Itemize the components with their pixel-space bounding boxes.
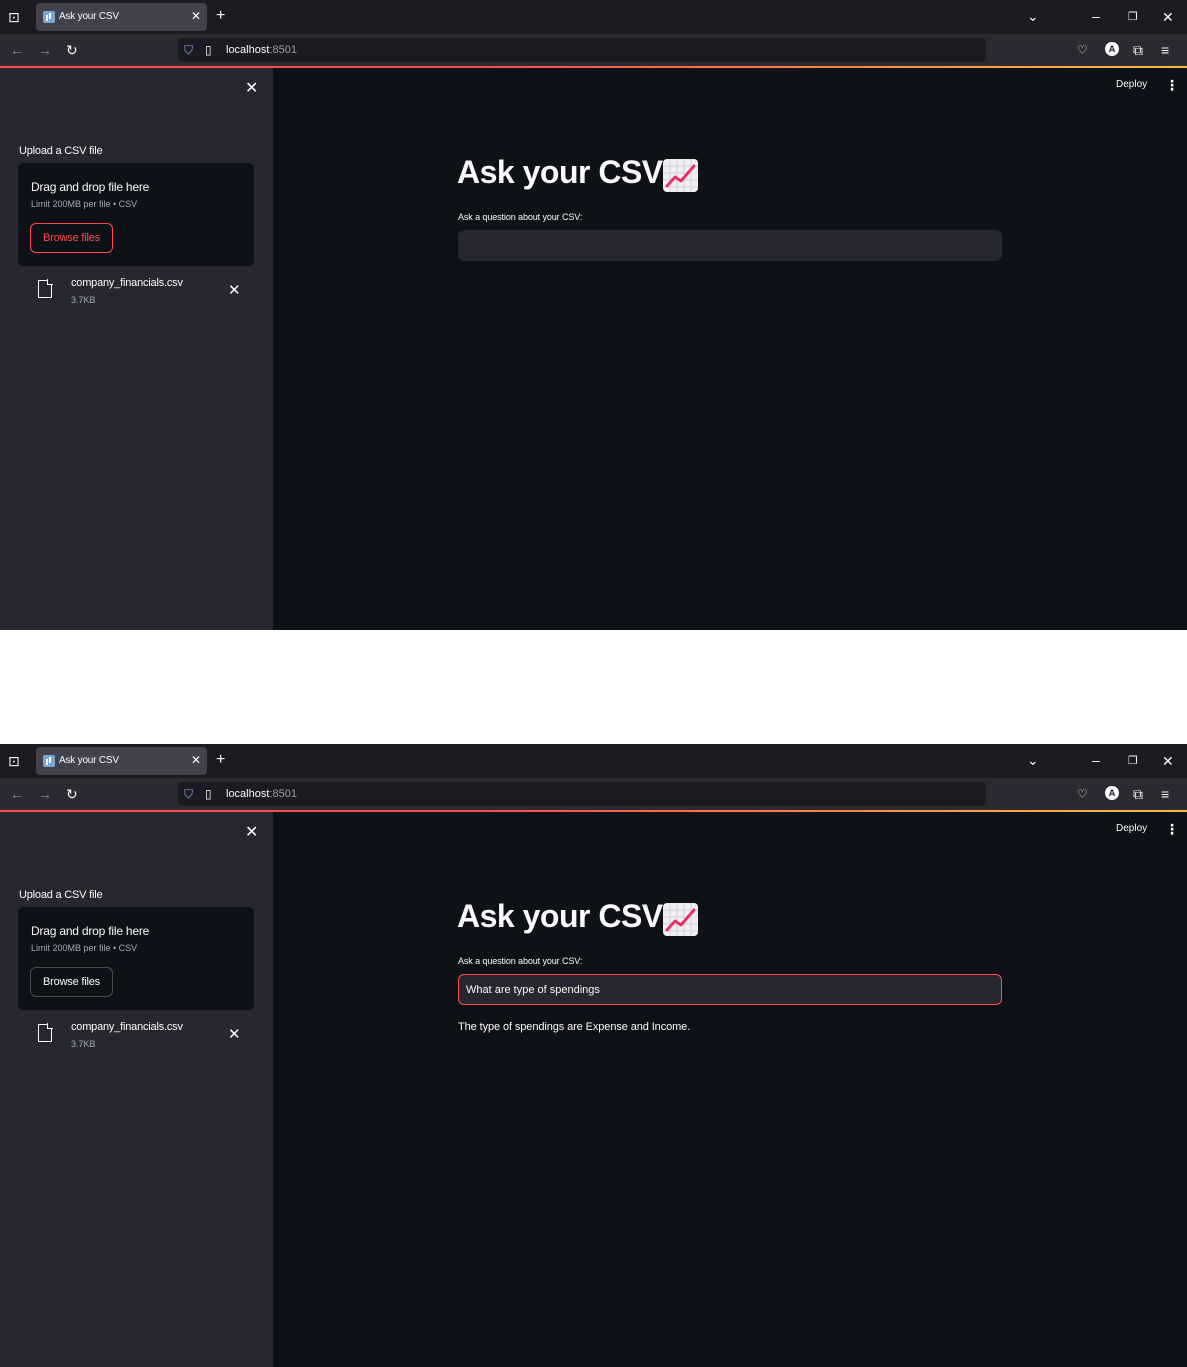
tab-list-icon[interactable]: ⊡ (8, 9, 20, 25)
browser-tab-bar: ⊡ Ask your CSV ✕ + ⌄ – ❐ ✕ (0, 0, 1187, 34)
window-close-icon[interactable]: ✕ (1162, 753, 1174, 769)
minimize-icon[interactable]: – (1092, 752, 1100, 768)
account-avatar-icon[interactable]: A (1105, 42, 1119, 56)
file-icon (38, 1023, 53, 1042)
account-avatar-icon[interactable]: A (1105, 786, 1119, 800)
remove-file-icon[interactable]: ✕ (228, 1025, 241, 1043)
chart-increasing-icon (663, 903, 698, 936)
question-label: Ask a question about your CSV: (458, 956, 583, 966)
app-menu-icon[interactable]: ≡ (1161, 786, 1169, 802)
minimize-icon[interactable]: – (1092, 8, 1100, 24)
question-input[interactable] (458, 230, 1002, 261)
page-icon: ▯ (205, 787, 212, 801)
chevron-down-icon[interactable]: ⌄ (1027, 8, 1039, 24)
close-tab-icon[interactable]: ✕ (191, 753, 201, 767)
file-dropzone[interactable]: Drag and drop file here Limit 200MB per … (18, 907, 254, 1010)
back-icon[interactable]: ← (10, 786, 24, 802)
pocket-icon[interactable]: ♡ (1077, 42, 1088, 58)
extensions-icon[interactable]: ⧉ (1133, 42, 1143, 58)
url-field[interactable]: ⛉ ▯ (178, 782, 986, 806)
url-text[interactable]: localhost:8501 (226, 788, 297, 800)
screenshot-after-query: ⊡ Ask your CSV ✕ + ⌄ – ❐ ✕ ← → ↻ ☆ ♡ A ⧉… (0, 744, 1187, 1367)
tab-title: Ask your CSV (59, 755, 119, 766)
browser-tab[interactable]: Ask your CSV ✕ (36, 747, 207, 775)
new-tab-icon[interactable]: + (216, 8, 225, 24)
sidebar: ✕ Upload a CSV file Drag and drop file h… (0, 68, 273, 630)
chevron-down-icon[interactable]: ⌄ (1027, 752, 1039, 768)
deploy-button[interactable]: Deploy (1116, 79, 1147, 90)
app-menu-icon[interactable]: ≡ (1161, 42, 1169, 58)
new-tab-icon[interactable]: + (216, 752, 225, 768)
browser-tab[interactable]: Ask your CSV ✕ (36, 3, 207, 31)
dropzone-limit: Limit 200MB per file • CSV (31, 943, 138, 953)
page-title: Ask your CSV (457, 154, 663, 190)
main-menu-icon[interactable]: ⋮ (1165, 821, 1179, 838)
dropzone-title: Drag and drop file here (31, 924, 150, 938)
uploaded-file-size: 3.7KB (71, 295, 96, 305)
remove-file-icon[interactable]: ✕ (228, 281, 241, 299)
answer-text: The type of spendings are Expense and In… (458, 1021, 691, 1033)
uploaded-file-name: company_financials.csv (71, 277, 183, 289)
question-input[interactable] (458, 974, 1002, 1005)
pocket-icon[interactable]: ♡ (1077, 786, 1088, 802)
sidebar: ✕ Upload a CSV file Drag and drop file h… (0, 812, 273, 1367)
favicon-chart-icon (43, 11, 55, 23)
url-text[interactable]: localhost:8501 (226, 44, 297, 56)
page-icon: ▯ (205, 43, 212, 57)
reload-icon[interactable]: ↻ (66, 786, 78, 802)
sidebar-close-icon[interactable]: ✕ (245, 78, 258, 98)
file-dropzone[interactable]: Drag and drop file here Limit 200MB per … (18, 163, 254, 266)
favicon-chart-icon (43, 755, 55, 767)
dropzone-title: Drag and drop file here (31, 180, 150, 194)
browse-files-button[interactable]: Browse files (30, 223, 113, 253)
forward-icon[interactable]: → (38, 786, 52, 802)
close-tab-icon[interactable]: ✕ (191, 9, 201, 23)
reload-icon[interactable]: ↻ (66, 42, 78, 58)
browse-files-button[interactable]: Browse files (30, 967, 113, 997)
sidebar-close-icon[interactable]: ✕ (245, 822, 258, 842)
screenshot-before-query: ⊡ Ask your CSV ✕ + ⌄ – ❐ ✕ ← → ↻ ☆ ♡ A ⧉… (0, 0, 1187, 630)
uploaded-file-name: company_financials.csv (71, 1021, 183, 1033)
shield-icon[interactable]: ⛉ (184, 42, 193, 58)
deploy-button[interactable]: Deploy (1116, 823, 1147, 834)
forward-icon[interactable]: → (38, 42, 52, 58)
main-menu-icon[interactable]: ⋮ (1165, 77, 1179, 94)
tab-title: Ask your CSV (59, 11, 119, 22)
file-icon (38, 279, 53, 298)
chart-increasing-icon (663, 159, 698, 192)
tab-list-icon[interactable]: ⊡ (8, 753, 20, 769)
dropzone-limit: Limit 200MB per file • CSV (31, 199, 138, 209)
url-field[interactable]: ⛉ ▯ (178, 38, 986, 62)
question-label: Ask a question about your CSV: (458, 212, 583, 222)
browser-tab-bar: ⊡ Ask your CSV ✕ + ⌄ – ❐ ✕ (0, 744, 1187, 778)
uploaded-file-size: 3.7KB (71, 1039, 96, 1049)
restore-icon[interactable]: ❐ (1128, 753, 1138, 769)
upload-label: Upload a CSV file (19, 145, 103, 157)
page-title: Ask your CSV (457, 898, 663, 934)
window-close-icon[interactable]: ✕ (1162, 9, 1174, 25)
upload-label: Upload a CSV file (19, 889, 103, 901)
extensions-icon[interactable]: ⧉ (1133, 786, 1143, 802)
restore-icon[interactable]: ❐ (1128, 9, 1138, 25)
back-icon[interactable]: ← (10, 42, 24, 58)
shield-icon[interactable]: ⛉ (184, 786, 193, 802)
